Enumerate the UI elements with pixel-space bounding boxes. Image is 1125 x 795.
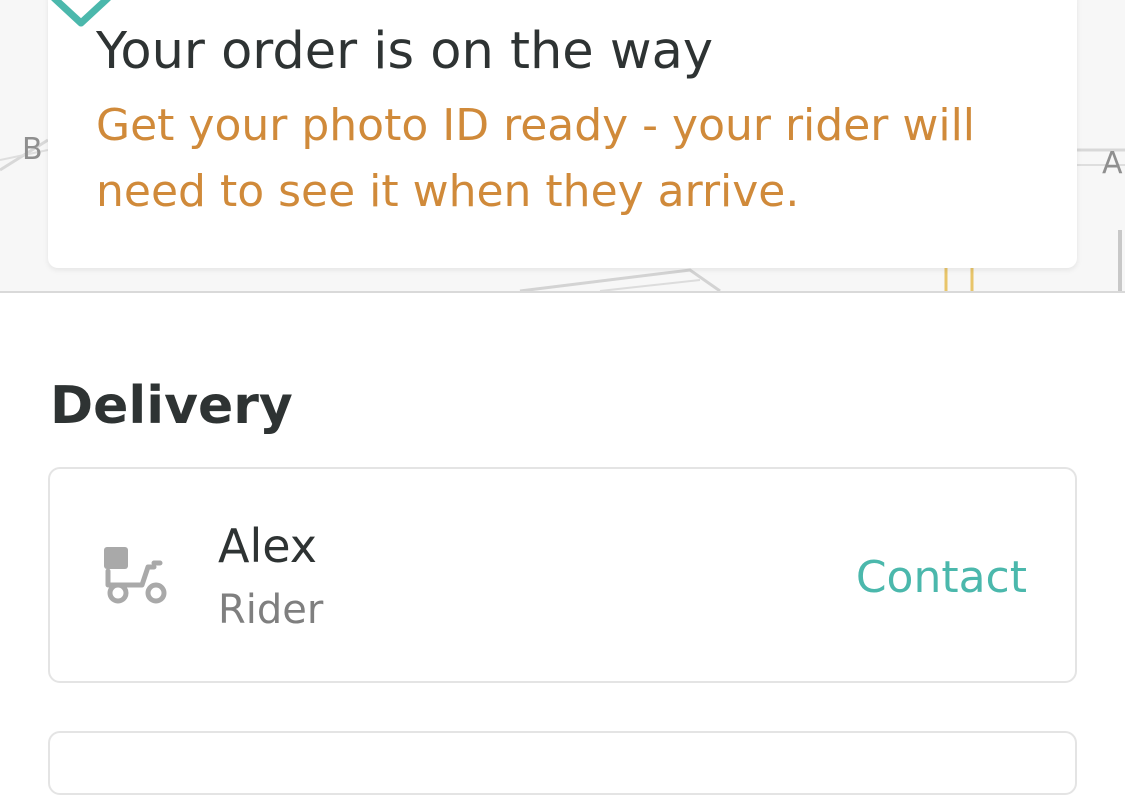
order-status-title: Your order is on the way bbox=[96, 22, 714, 81]
photo-id-notice: Get your photo ID ready - your rider wil… bbox=[96, 100, 976, 217]
map-view[interactable]: B A Your order is on the way Get your ph… bbox=[0, 0, 1125, 293]
delivery-section-title: Delivery bbox=[50, 376, 293, 436]
chevron-down-icon[interactable] bbox=[48, 0, 114, 30]
map-street-label: A bbox=[1102, 146, 1123, 181]
rider-card: Alex Rider Contact bbox=[48, 467, 1077, 683]
order-status-card[interactable]: Your order is on the way Get your photo … bbox=[48, 0, 1077, 268]
map-street-label: B bbox=[22, 132, 43, 167]
rider-name: Alex bbox=[218, 519, 317, 573]
rider-role: Rider bbox=[218, 587, 324, 633]
next-card bbox=[48, 731, 1077, 795]
contact-rider-button[interactable]: Contact bbox=[856, 549, 1027, 607]
scooter-icon bbox=[104, 547, 167, 604]
